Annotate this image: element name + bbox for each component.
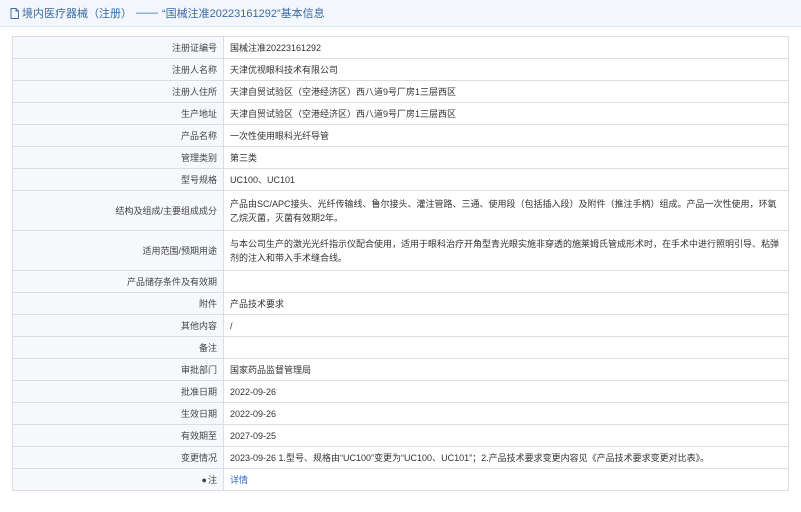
row-value: 2027-09-25 bbox=[223, 424, 789, 447]
row-value: 天津自贸试验区（空港经济区）西八道9号厂房1三层西区 bbox=[223, 80, 789, 103]
table-row: 变更情况 2023-09-26 1.型号、规格由“UC100”变更为“UC100、… bbox=[12, 446, 789, 469]
row-label: 型号规格 bbox=[12, 168, 224, 191]
row-label: 变更情况 bbox=[12, 446, 224, 469]
row-value: 天津自贸试验区（空港经济区）西八道9号厂房1三层西区 bbox=[223, 102, 789, 125]
details-link[interactable]: 详情 bbox=[230, 475, 248, 485]
row-label: 产品储存条件及有效期 bbox=[12, 270, 224, 293]
row-value bbox=[223, 336, 789, 359]
row-value: 第三类 bbox=[223, 146, 789, 169]
row-label: 生产地址 bbox=[12, 102, 224, 125]
table-row: 生产地址 天津自贸试验区（空港经济区）西八道9号厂房1三层西区 bbox=[12, 102, 789, 125]
row-label-text: 注 bbox=[207, 474, 217, 485]
row-value: 产品由SC/APC接头、光纤传输线、鲁尔接头、灌注管路、三通、使用段（包括插入段… bbox=[223, 190, 789, 231]
row-label: 结构及组成/主要组成成分 bbox=[12, 190, 224, 231]
row-label-note: ●注 bbox=[12, 468, 224, 491]
table-row: 批准日期 2022-09-26 bbox=[12, 380, 789, 403]
row-value: 2022-09-26 bbox=[223, 380, 789, 403]
page-title: “国械注准20223161292”基本信息 bbox=[162, 8, 325, 20]
detail-table: 注册证编号 国械注准20223161292 注册人名称 天津优视眼科技术有限公司 注… bbox=[12, 36, 789, 491]
table-row: 注册证编号 国械注准20223161292 bbox=[12, 36, 789, 59]
detail-table-container: 注册证编号 国械注准20223161292 注册人名称 天津优视眼科技术有限公司 注… bbox=[12, 36, 789, 491]
table-row: 生效日期 2022-09-26 bbox=[12, 402, 789, 425]
row-value: 一次性使用眼科光纤导管 bbox=[223, 124, 789, 147]
table-row: 审批部门 国家药品监督管理局 bbox=[12, 358, 789, 381]
row-label: 注册证编号 bbox=[12, 36, 224, 59]
row-value: 产品技术要求 bbox=[223, 292, 789, 315]
table-row: 产品名称 一次性使用眼科光纤导管 bbox=[12, 124, 789, 147]
pin-icon: ● bbox=[201, 474, 207, 485]
row-label: 批准日期 bbox=[12, 380, 224, 403]
table-row: 其他内容 / bbox=[12, 314, 789, 337]
table-row: ●注 详情 bbox=[12, 468, 789, 491]
row-label: 审批部门 bbox=[12, 358, 224, 381]
table-row: 附件 产品技术要求 bbox=[12, 292, 789, 315]
table-row: 注册人住所 天津自贸试验区（空港经济区）西八道9号厂房1三层西区 bbox=[12, 80, 789, 103]
row-value: 天津优视眼科技术有限公司 bbox=[223, 58, 789, 81]
row-value: 详情 bbox=[223, 468, 789, 491]
row-value: 国家药品监督管理局 bbox=[223, 358, 789, 381]
header-section: 境内医疗器械（注册） bbox=[22, 8, 132, 20]
table-row: 管理类别 第三类 bbox=[12, 146, 789, 169]
row-label: 适用范围/预期用途 bbox=[12, 230, 224, 271]
row-value: 2022-09-26 bbox=[223, 402, 789, 425]
document-icon bbox=[10, 7, 19, 19]
row-label: 有效期至 bbox=[12, 424, 224, 447]
row-label: 产品名称 bbox=[12, 124, 224, 147]
row-label: 管理类别 bbox=[12, 146, 224, 169]
table-row: 有效期至 2027-09-25 bbox=[12, 424, 789, 447]
table-row: 适用范围/预期用途 与本公司生产的激光光纤指示仪配合使用，适用于眼科治疗开角型青光… bbox=[12, 230, 789, 271]
row-value: 国械注准20223161292 bbox=[223, 36, 789, 59]
table-row: 注册人名称 天津优视眼科技术有限公司 bbox=[12, 58, 789, 81]
row-value bbox=[223, 270, 789, 293]
row-value: / bbox=[223, 314, 789, 337]
page-header: 境内医疗器械（注册） —— “国械注准20223161292”基本信息 bbox=[0, 0, 801, 27]
row-label: 注册人住所 bbox=[12, 80, 224, 103]
table-row: 备注 bbox=[12, 336, 789, 359]
table-row: 型号规格 UC100、UC101 bbox=[12, 168, 789, 191]
row-label: 备注 bbox=[12, 336, 224, 359]
row-label: 其他内容 bbox=[12, 314, 224, 337]
row-value: 与本公司生产的激光光纤指示仪配合使用，适用于眼科治疗开角型青光眼实施非穿透的施莱… bbox=[223, 230, 789, 271]
row-value: 2023-09-26 1.型号、规格由“UC100”变更为“UC100、UC10… bbox=[223, 446, 789, 469]
row-value: UC100、UC101 bbox=[223, 168, 789, 191]
row-label: 附件 bbox=[12, 292, 224, 315]
row-label: 生效日期 bbox=[12, 402, 224, 425]
header-dash: —— bbox=[136, 7, 158, 19]
table-row: 产品储存条件及有效期 bbox=[12, 270, 789, 293]
table-row: 结构及组成/主要组成成分 产品由SC/APC接头、光纤传输线、鲁尔接头、灌注管路、… bbox=[12, 190, 789, 231]
row-label: 注册人名称 bbox=[12, 58, 224, 81]
